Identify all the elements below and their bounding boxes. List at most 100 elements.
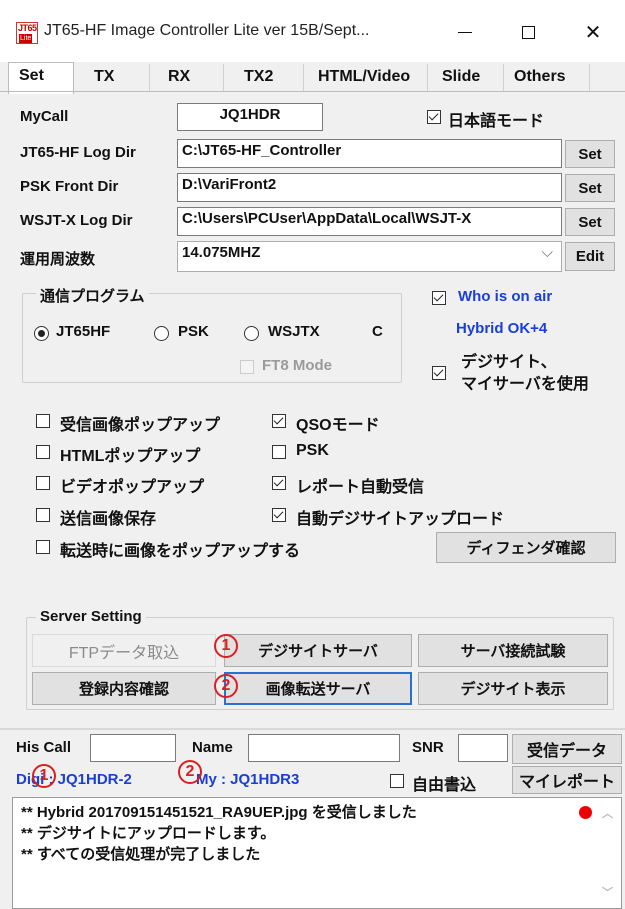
psk-front-dir-field[interactable]: D:\VariFront2	[177, 173, 562, 202]
frequency-select[interactable]: 14.075MHZ ⌵	[177, 241, 562, 272]
hybrid-status: Hybrid OK+4	[456, 320, 548, 337]
mycall-label: MyCall	[20, 108, 69, 125]
tab-set[interactable]: Set	[8, 62, 74, 94]
free-write-checkbox[interactable]	[390, 774, 404, 788]
video-popup-checkbox[interactable]	[36, 476, 50, 490]
tab-others[interactable]: Others	[504, 64, 590, 92]
radio-psk-label: PSK	[178, 323, 209, 340]
tab-bar: Set TX RX TX2 HTML/Video Slide Others	[0, 62, 625, 94]
save-sent-image-checkbox[interactable]	[36, 508, 50, 522]
radio-jt65hf-label: JT65HF	[56, 323, 111, 340]
tab-html-video[interactable]: HTML/Video	[304, 64, 428, 92]
digisite-display-button[interactable]: デジサイト表示	[418, 672, 608, 705]
window-title: JT65-HF Image Controller Lite ver 15B/Se…	[44, 22, 370, 39]
auto-digisite-upload-label: 自動デジサイトアップロード	[296, 511, 505, 528]
auto-report-label: レポート自動受信	[296, 479, 425, 496]
app-icon: JT65 Lite	[16, 22, 38, 44]
his-call-field[interactable]	[90, 734, 176, 762]
digisite-label-line2: マイサーバを使用	[461, 376, 589, 393]
server-setting-title: Server Setting	[36, 608, 146, 625]
app-icon-text: JT65	[18, 23, 37, 33]
frequency-edit-button[interactable]: Edit	[565, 242, 615, 271]
annotation-1-digi: 1	[32, 764, 56, 788]
annotation-1-server: 1	[214, 634, 238, 658]
mycall-field[interactable]: JQ1HDR	[177, 103, 323, 131]
radio-wsjtx-label: WSJTX	[268, 323, 320, 340]
japanese-mode-label: 日本語モード	[448, 113, 545, 130]
message-log[interactable]: ** Hybrid 201709151451521_RA9UEP.jpg を受信…	[12, 797, 622, 909]
jt65-log-dir-set-button[interactable]: Set	[565, 140, 615, 168]
tab-tx[interactable]: TX	[74, 64, 150, 92]
qso-mode-checkbox[interactable]	[272, 414, 286, 428]
japanese-mode-checkbox[interactable]	[427, 110, 441, 124]
my-call-label: My : JQ1HDR3	[196, 771, 300, 788]
annotation-2-server: 2	[214, 674, 238, 698]
record-indicator-icon	[579, 806, 592, 819]
server-connection-test-button[interactable]: サーバ接続試験	[418, 634, 608, 667]
radio-wsjtx[interactable]	[244, 326, 259, 341]
recv-image-popup-label: 受信画像ポップアップ	[60, 417, 221, 434]
qso-mode-label: QSOモード	[296, 417, 380, 434]
maximize-icon	[521, 25, 535, 39]
html-popup-label: HTMLポップアップ	[60, 448, 201, 465]
title-bar: JT65 Lite JT65-HF Image Controller Lite …	[0, 0, 625, 62]
video-popup-label: ビデオポップアップ	[60, 479, 205, 496]
log-line: ** Hybrid 201709151451521_RA9UEP.jpg を受信…	[21, 804, 417, 821]
scroll-down-icon[interactable]: ﹀	[602, 883, 613, 904]
ft8-mode-checkbox[interactable]	[240, 360, 254, 374]
psk-label: PSK	[296, 442, 329, 459]
maximize-button[interactable]	[505, 16, 551, 48]
his-call-label: His Call	[16, 739, 72, 756]
image-transfer-server-button[interactable]: 画像転送サーバ	[224, 672, 412, 705]
log-line: ** すべての受信処理が完了しました	[21, 846, 261, 863]
name-field[interactable]	[248, 734, 400, 762]
tab-tx2[interactable]: TX2	[224, 64, 304, 92]
jt65-log-dir-field[interactable]: C:\JT65-HF_Controller	[177, 139, 562, 168]
free-write-label: 自由書込	[412, 777, 477, 794]
html-popup-checkbox[interactable]	[36, 445, 50, 459]
app-icon-subtext: Lite	[19, 34, 33, 43]
scroll-up-icon[interactable]: ︿	[602, 804, 613, 825]
psk-checkbox[interactable]	[272, 445, 286, 459]
my-report-button[interactable]: マイレポート	[512, 766, 622, 794]
defender-check-button[interactable]: ディフェンダ確認	[436, 532, 616, 563]
received-data-button[interactable]: 受信データ	[512, 734, 622, 764]
jt65-log-dir-label: JT65-HF Log Dir	[20, 144, 136, 161]
snr-field[interactable]	[458, 734, 508, 762]
c-label: C	[372, 323, 383, 340]
radio-psk[interactable]	[154, 326, 169, 341]
digisite-server-button[interactable]: デジサイトサーバ	[224, 634, 412, 667]
registration-check-button[interactable]: 登録内容確認	[32, 672, 216, 705]
minimize-button[interactable]	[442, 16, 488, 48]
wsjtx-log-dir-label: WSJT-X Log Dir	[20, 212, 133, 229]
close-icon: ✕	[584, 21, 602, 44]
recv-image-popup-checkbox[interactable]	[36, 414, 50, 428]
ft8-mode-label: FT8 Mode	[262, 357, 332, 374]
log-line: ** デジサイトにアップロードします。	[21, 825, 276, 842]
close-button[interactable]: ✕	[570, 16, 616, 48]
auto-digisite-upload-checkbox[interactable]	[272, 508, 286, 522]
auto-report-checkbox[interactable]	[272, 476, 286, 490]
psk-front-dir-set-button[interactable]: Set	[565, 174, 615, 202]
digisite-checkbox[interactable]	[432, 366, 446, 380]
popup-on-transfer-label: 転送時に画像をポップアップする	[60, 543, 301, 560]
app-window: JT65 Lite JT65-HF Image Controller Lite …	[0, 0, 625, 909]
tab-slide[interactable]: Slide	[428, 64, 504, 92]
wsjtx-log-dir-set-button[interactable]: Set	[565, 208, 615, 236]
minimize-icon	[458, 31, 472, 33]
ftp-import-button[interactable]: FTPデータ取込	[32, 634, 216, 667]
snr-label: SNR	[412, 739, 444, 756]
annotation-2-my: 2	[178, 760, 202, 784]
radio-jt65hf[interactable]	[34, 326, 49, 341]
name-label: Name	[192, 739, 233, 756]
psk-front-dir-label: PSK Front Dir	[20, 178, 119, 195]
who-is-on-air-label: Who is on air	[458, 288, 553, 305]
save-sent-image-label: 送信画像保存	[60, 511, 157, 528]
who-is-on-air-checkbox[interactable]	[432, 291, 446, 305]
tab-divider	[0, 91, 625, 92]
popup-on-transfer-checkbox[interactable]	[36, 540, 50, 554]
wsjtx-log-dir-field[interactable]: C:\Users\PCUser\AppData\Local\WSJT-X	[177, 207, 562, 236]
frequency-label: 運用周波数	[20, 251, 96, 268]
comm-program-title: 通信プログラム	[36, 285, 149, 306]
tab-rx[interactable]: RX	[150, 64, 224, 92]
